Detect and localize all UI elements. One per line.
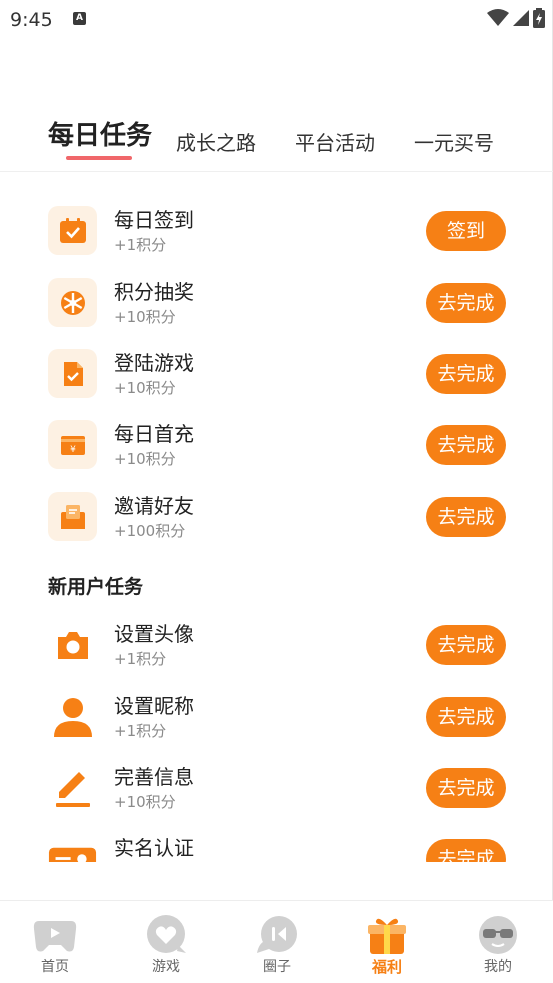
- status-bar: 9:45 A: [0, 0, 553, 40]
- nav-me[interactable]: 我的: [458, 901, 538, 983]
- envelope-icon: [48, 492, 97, 541]
- game-heart-icon: [147, 915, 186, 953]
- task-points: +10积分: [114, 308, 176, 326]
- category-tabs: 每日任务 成长之路 平台活动 一元买号: [0, 118, 553, 172]
- task-row-real-name-verification: 实名认证 去完成: [0, 830, 553, 862]
- tab-one-yuan-account[interactable]: 一元买号: [414, 127, 494, 156]
- status-time: 9:45: [10, 9, 53, 31]
- nav-label: 我的: [484, 959, 512, 975]
- sunglasses-face-icon: [479, 916, 517, 954]
- task-list[interactable]: 每日签到 +1积分 签到 积分抽奖 +10积分 去完成 登陆游戏 +10积分 去…: [0, 172, 553, 862]
- tab-growth-path[interactable]: 成长之路: [176, 127, 256, 156]
- task-name: 每日首充: [114, 422, 194, 446]
- task-name: 设置昵称: [114, 694, 194, 718]
- go-complete-button[interactable]: 去完成: [426, 354, 506, 394]
- task-points: +1积分: [114, 650, 167, 668]
- task-name: 完善信息: [114, 765, 194, 789]
- task-points: +1积分: [114, 236, 167, 254]
- nav-label: 游戏: [152, 959, 180, 975]
- yuan-card-icon: ¥: [48, 420, 97, 469]
- task-name: 实名认证: [114, 836, 194, 860]
- welfare-screen: 9:45 A 每日任务 成长之路 平台活动 一元买号 每日签到 +1积分 签到: [0, 0, 553, 983]
- nav-label: 首页: [41, 959, 69, 975]
- task-row-lottery: 积分抽奖 +10积分 去完成: [0, 274, 553, 334]
- go-complete-button[interactable]: 去完成: [426, 425, 506, 465]
- nav-label: 圈子: [263, 959, 291, 975]
- lottery-wheel-icon: [48, 278, 97, 327]
- task-name: 邀请好友: [114, 494, 194, 518]
- task-row-first-recharge: ¥ 每日首充 +10积分 去完成: [0, 416, 553, 476]
- task-name: 设置头像: [114, 622, 194, 646]
- document-check-icon: [48, 349, 97, 398]
- go-complete-button[interactable]: 去完成: [426, 497, 506, 537]
- nav-games[interactable]: 游戏: [126, 901, 206, 983]
- go-complete-button[interactable]: 去完成: [426, 625, 506, 665]
- tab-platform-activities[interactable]: 平台活动: [295, 127, 375, 156]
- svg-text:¥: ¥: [70, 445, 76, 455]
- id-card-icon: [48, 834, 97, 862]
- task-points: +10积分: [114, 793, 176, 811]
- nav-circle[interactable]: 圈子: [237, 901, 317, 983]
- tab-daily-tasks[interactable]: 每日任务: [48, 115, 152, 152]
- task-row-complete-info: 完善信息 +10积分 去完成: [0, 759, 553, 819]
- notification-icon: A: [73, 12, 86, 25]
- bottom-nav: 首页 游戏 圈子 福利 我的: [0, 900, 553, 983]
- status-icons: [487, 8, 545, 28]
- task-row-set-avatar: 设置头像 +1积分 去完成: [0, 616, 553, 676]
- task-points: +10积分: [114, 379, 176, 397]
- go-complete-button[interactable]: 去完成: [426, 839, 506, 862]
- gamepad-icon: [33, 921, 77, 952]
- gift-icon: [368, 918, 406, 954]
- task-name: 登陆游戏: [114, 351, 194, 375]
- nav-home[interactable]: 首页: [15, 901, 95, 983]
- active-tab-indicator: [66, 156, 132, 160]
- chat-bubble-icon: [257, 916, 297, 953]
- checkin-button[interactable]: 签到: [426, 211, 506, 251]
- new-user-tasks-heading: 新用户任务: [48, 576, 144, 598]
- battery-icon: [533, 8, 545, 28]
- calendar-check-icon: [48, 206, 97, 255]
- task-points: +1积分: [114, 722, 167, 740]
- nav-welfare[interactable]: 福利: [347, 901, 427, 983]
- go-complete-button[interactable]: 去完成: [426, 697, 506, 737]
- pencil-icon: [48, 763, 97, 812]
- task-points: +10积分: [114, 450, 176, 468]
- task-row-login-game: 登陆游戏 +10积分 去完成: [0, 345, 553, 405]
- task-name: 积分抽奖: [114, 280, 194, 304]
- task-name: 每日签到: [114, 208, 194, 232]
- person-icon: [48, 692, 97, 741]
- go-complete-button[interactable]: 去完成: [426, 283, 506, 323]
- nav-label: 福利: [371, 958, 402, 976]
- task-row-invite-friends: 邀请好友 +100积分 去完成: [0, 488, 553, 548]
- go-complete-button[interactable]: 去完成: [426, 768, 506, 808]
- task-row-daily-checkin: 每日签到 +1积分 签到: [0, 202, 553, 262]
- signal-icon: [513, 10, 529, 26]
- task-row-set-nickname: 设置昵称 +1积分 去完成: [0, 688, 553, 748]
- task-points: +100积分: [114, 522, 186, 540]
- wifi-icon: [487, 9, 509, 26]
- camera-icon: [48, 620, 97, 669]
